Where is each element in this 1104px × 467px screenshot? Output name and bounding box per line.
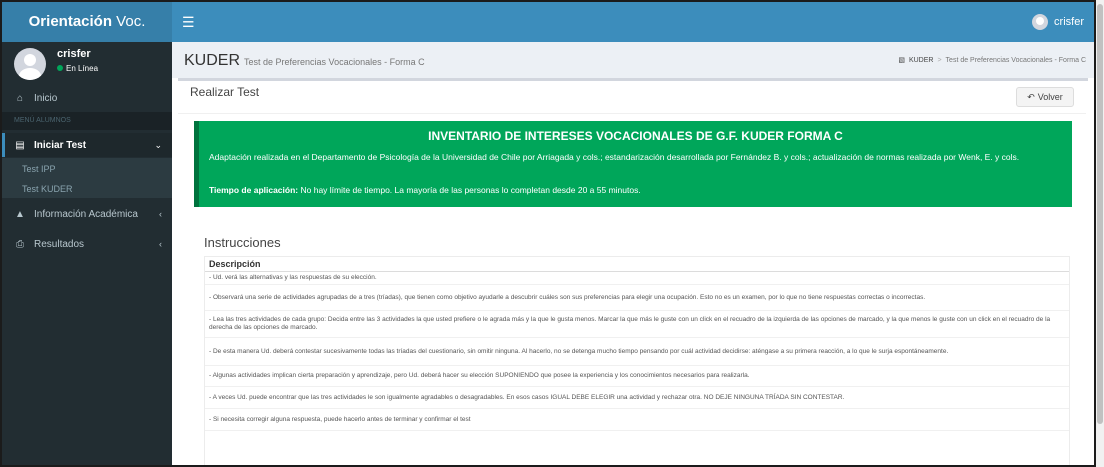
page-subtitle: Test de Preferencias Vocacionales - Form…	[244, 57, 425, 67]
user-name-top: crisfer	[1054, 16, 1084, 28]
instructions-title: Instrucciones	[204, 235, 281, 250]
top-navbar: Orientación Voc. ☰ crisfer	[2, 2, 1094, 42]
divider	[178, 113, 1086, 114]
chevron-down-icon: ⌄	[154, 139, 162, 150]
info-callout: INVENTARIO DE INTERESES VOCACIONALES DE …	[194, 121, 1072, 207]
chevron-left-icon: ‹	[159, 209, 162, 219]
box-title: Realizar Test	[190, 85, 260, 99]
online-dot-icon	[57, 65, 63, 71]
sidebar-header-menu-alumnos: MENÚ ALUMNOS	[2, 112, 172, 130]
breadcrumb: ▧ KUDER > Test de Preferencias Vocaciona…	[898, 56, 1086, 65]
sidebar-item-resultados[interactable]: ⎙ Resultados ‹	[2, 232, 172, 256]
sidebar: crisfer En Línea ⌂ Inicio MENÚ ALUMNOS ▤…	[2, 42, 172, 465]
reply-icon: ↶	[1027, 91, 1035, 102]
test-box: Realizar Test ↶ Volver INVENTARIO DE INTE…	[178, 78, 1088, 465]
status-badge: En Línea	[57, 64, 98, 73]
callout-paragraph: Adaptación realizada en el Departamento …	[209, 152, 1020, 162]
app-logo[interactable]: Orientación Voc.	[2, 2, 172, 42]
chevron-left-icon: ‹	[159, 239, 162, 249]
graduation-cap-icon: ▲	[15, 208, 25, 220]
print-icon: ⎙	[16, 238, 24, 250]
sidebar-item-test-ipp[interactable]: Test IPP	[22, 164, 56, 174]
app-window: Orientación Voc. ☰ crisfer crisfer En Lí…	[0, 0, 1096, 467]
user-menu[interactable]: crisfer	[1032, 2, 1084, 42]
sidebar-item-inicio[interactable]: ⌂ Inicio	[2, 86, 172, 110]
volver-button[interactable]: ↶ Volver	[1016, 87, 1074, 107]
table-header: Descripción	[205, 257, 1069, 272]
table-row: - Si necesita corregir alguna respuesta,…	[205, 409, 1069, 431]
home-icon: ⌂	[16, 92, 24, 104]
instructions-table: Descripción - Ud. verá las alternativas …	[204, 256, 1070, 465]
content-header: KUDER Test de Preferencias Vocacionales -…	[172, 42, 1094, 78]
table-row: - Algunas actividades implican cierta pr…	[205, 366, 1069, 387]
table-row: - A veces Ud. puede encontrar que las tr…	[205, 387, 1069, 409]
avatar	[1032, 14, 1049, 30]
avatar	[14, 48, 46, 80]
scrollbar-thumb[interactable]	[1097, 4, 1103, 424]
sidebar-item-informacion-academica[interactable]: ▲ Información Académica ‹	[2, 202, 172, 226]
dashboard-icon: ▧	[898, 57, 905, 64]
callout-time: Tiempo de aplicación: No hay límite de t…	[209, 185, 641, 195]
submenu-iniciar-test: Test IPP Test KUDER	[2, 158, 172, 198]
breadcrumb-link-kuder[interactable]: KUDER	[909, 57, 934, 64]
page-title: KUDER Test de Preferencias Vocacionales -…	[184, 52, 425, 69]
bars-icon[interactable]: ☰	[182, 2, 195, 42]
table-row: - Ud. verá las alternativas y las respue…	[205, 272, 1069, 285]
table-row: - Lea las tres actividades de cada grupo…	[205, 311, 1069, 338]
breadcrumb-separator: >	[937, 56, 942, 64]
table-row: - Observará una serie de actividades agr…	[205, 285, 1069, 311]
sidebar-item-iniciar-test[interactable]: ▤ Iniciar Test ⌄	[2, 133, 172, 157]
user-panel: crisfer En Línea	[2, 42, 172, 86]
breadcrumb-current: Test de Preferencias Vocacionales - Form…	[945, 56, 1086, 64]
sidebar-item-test-kuder[interactable]: Test KUDER	[22, 184, 73, 194]
table-row: - De esta manera Ud. deberá contestar su…	[205, 338, 1069, 366]
page-scrollbar[interactable]	[1096, 0, 1104, 467]
user-name: crisfer	[57, 48, 91, 60]
file-icon: ▤	[15, 139, 25, 151]
callout-heading: INVENTARIO DE INTERESES VOCACIONALES DE …	[428, 129, 843, 143]
